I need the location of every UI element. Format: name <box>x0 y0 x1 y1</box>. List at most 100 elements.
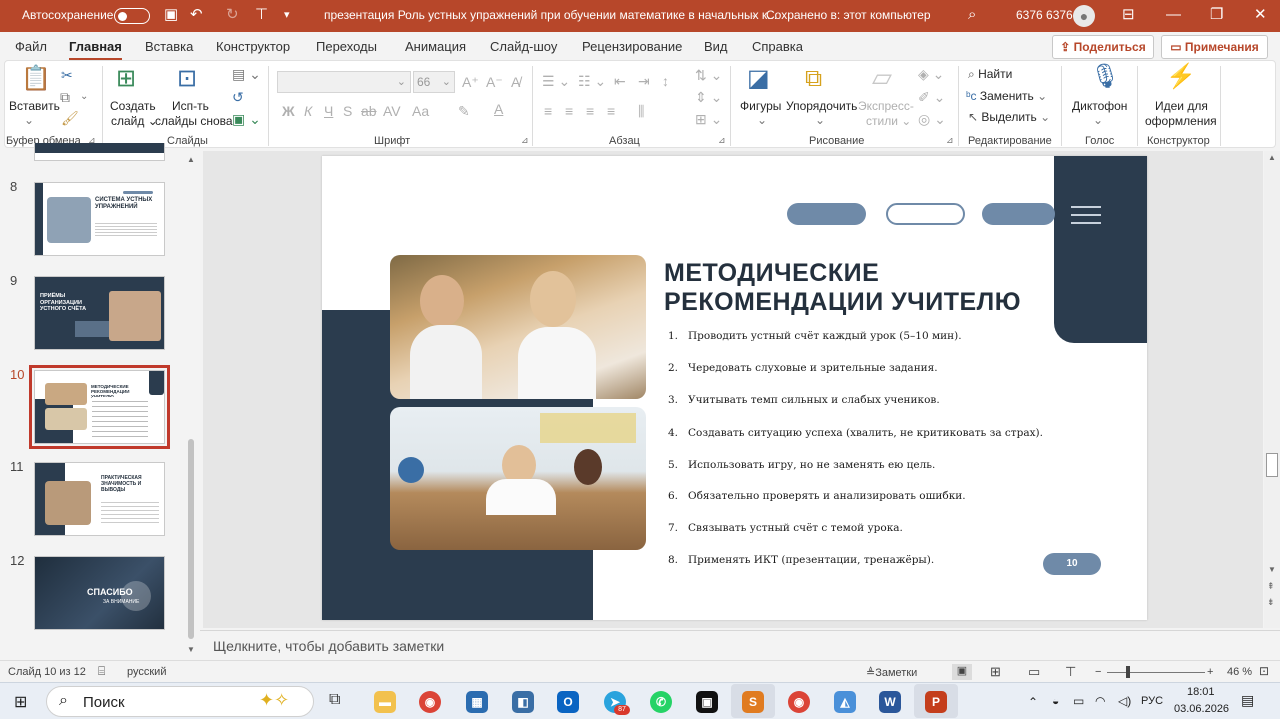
arrange-button[interactable]: Упорядочить <box>786 99 857 113</box>
save-icon[interactable]: ▣ <box>164 6 178 24</box>
clock-time[interactable]: 18:01 <box>1187 686 1215 698</box>
zoom-slider[interactable] <box>1107 672 1205 673</box>
list-item[interactable]: 8. Применять ИКТ (презентации, тренажёры)… <box>668 554 934 566</box>
strike-icon[interactable]: ab <box>361 103 377 119</box>
tab-animations[interactable]: Анимация <box>405 39 466 54</box>
zoom-slider-thumb[interactable] <box>1126 666 1130 678</box>
numbering-icon[interactable]: ☷ ⌄ <box>578 73 606 89</box>
smartart-icon[interactable]: ⊞ ⌄ <box>695 111 722 127</box>
shapes-icon[interactable]: ◪ <box>747 67 770 91</box>
clock-date[interactable]: 03.06.2026 <box>1174 703 1229 715</box>
taskbar-search[interactable]: ⌕ Поиск ✦✧ <box>46 686 314 717</box>
list-item[interactable]: 2. Чередовать слуховые и зрительные задан… <box>668 362 938 374</box>
bullets-icon[interactable]: ☰ ⌄ <box>542 73 570 89</box>
autosave-toggle[interactable] <box>114 8 150 24</box>
windows-start-icon[interactable]: ⊞ <box>14 692 27 712</box>
designer-button[interactable]: Идеи для <box>1155 99 1208 113</box>
close-icon[interactable]: ✕ <box>1254 6 1267 24</box>
clear-format-icon[interactable]: A̸ <box>511 74 520 90</box>
store-icon[interactable]: ▦ <box>466 691 488 713</box>
notes-pane[interactable]: Щелкните, чтобы добавить заметки <box>200 630 1280 660</box>
chrome-icon[interactable]: ◉ <box>419 691 441 713</box>
battery-icon[interactable]: ▭ <box>1073 694 1084 708</box>
italic-icon[interactable]: К <box>304 103 312 119</box>
minimize-icon[interactable]: — <box>1166 6 1181 24</box>
list-item[interactable]: 1. Проводить устный счёт каждый урок (5–1… <box>668 330 962 342</box>
comments-button[interactable]: ▭ Примечания <box>1161 35 1268 59</box>
input-language[interactable]: РУС <box>1141 695 1163 707</box>
word-icon[interactable]: W <box>879 691 901 713</box>
photos-icon[interactable]: ◭ <box>834 691 856 713</box>
maximize-icon[interactable]: ❐ <box>1210 6 1223 24</box>
slide-thumbnail-12[interactable]: СПАСИБО ЗА ВНИМАНИЕ <box>34 556 165 630</box>
notifications-icon[interactable]: ▤ <box>1241 692 1254 709</box>
tab-view[interactable]: Вид <box>704 39 728 54</box>
find-button[interactable]: ⌕ Найти <box>968 67 1012 81</box>
app-icon[interactable]: ◧ <box>512 691 534 713</box>
shape-outline-icon[interactable]: ✐ ⌄ <box>918 89 945 105</box>
slide-sorter-icon[interactable]: ⊞ <box>990 664 1001 680</box>
replace-button[interactable]: ᵇc Заменить ⌄ <box>966 89 1047 103</box>
change-case-icon[interactable]: Aa <box>412 103 429 119</box>
chrome-profile-icon[interactable]: ◉ <box>788 691 810 713</box>
format-painter-icon[interactable]: 🖌 <box>61 110 79 126</box>
current-slide[interactable]: МЕТОДИЧЕСКИЕ РЕКОМЕНДАЦИИ УЧИТЕЛЮ 1. Пров… <box>322 156 1147 620</box>
font-name-input[interactable]: ⌄ <box>277 71 411 93</box>
reuse-slides-icon[interactable]: ⊡ <box>177 67 197 91</box>
layout-icon[interactable]: ▤ ⌄ <box>232 66 261 82</box>
new-slide-icon[interactable]: ⊞ <box>116 67 136 91</box>
microphone-icon[interactable]: 🎙 <box>1090 65 1120 89</box>
notion-icon[interactable]: ▣ <box>696 691 718 713</box>
quick-styles-button[interactable]: Экспресс- <box>858 99 914 113</box>
fit-slide-icon[interactable]: ⊡ <box>1259 664 1269 678</box>
dictate-button[interactable]: Диктофон <box>1072 99 1127 113</box>
list-item[interactable]: 5. Использовать игру, но не заменять ею ц… <box>668 459 935 471</box>
redo-icon[interactable]: ↻ <box>226 6 239 24</box>
underline-icon[interactable]: Ч <box>324 103 333 119</box>
app-tray-icon[interactable]: ◒ <box>1052 694 1059 708</box>
indent-more-icon[interactable]: ⇥ <box>638 73 650 89</box>
new-slide-button[interactable]: Создать <box>110 99 156 113</box>
slide-thumbnail-11[interactable]: ПРАКТИЧЕСКАЯ ЗНАЧИМОСТЬ И ВЫВОДЫ <box>34 462 165 536</box>
slide-thumbnail-10[interactable]: МЕТОДИЧЕСКИЕ РЕКОМЕНДАЦИИ УЧИТЕЛЮ <box>29 365 170 449</box>
volume-icon[interactable]: ◁) <box>1118 694 1131 708</box>
avatar[interactable]: ● <box>1073 5 1095 27</box>
show-hidden-icon[interactable]: ⌃ <box>1028 695 1038 709</box>
paste-icon[interactable]: 📋 <box>21 67 51 91</box>
outlook-icon[interactable]: O <box>557 691 579 713</box>
copy-icon[interactable]: ⧉ <box>60 89 70 105</box>
document-title[interactable]: презентация Роль устных упражнений при о… <box>324 8 777 22</box>
share-button[interactable]: ⇪ Поделиться <box>1052 35 1154 59</box>
shape-effects-icon[interactable]: ◎ ⌄ <box>918 111 946 127</box>
decrease-font-icon[interactable]: A⁻ <box>486 74 503 90</box>
justify-icon[interactable]: ≡ <box>607 103 615 119</box>
reset-icon[interactable]: ↺ <box>232 89 244 105</box>
align-text-icon[interactable]: ⇕ ⌄ <box>695 89 722 105</box>
wifi-icon[interactable]: ◠ <box>1095 694 1105 708</box>
sublime-icon[interactable]: S <box>742 691 764 713</box>
notes-placeholder[interactable]: Щелкните, чтобы добавить заметки <box>213 638 444 654</box>
language-status[interactable]: русский <box>127 666 166 678</box>
normal-view-icon[interactable]: ▣ <box>952 664 972 680</box>
zoom-out-button[interactable]: − <box>1095 666 1101 678</box>
customize-qat-icon[interactable]: ▾ <box>284 6 290 24</box>
user-name[interactable]: 6376 6376 <box>1016 8 1073 22</box>
list-item[interactable]: 7. Связывать устный счёт с темой урока. <box>668 522 903 534</box>
zoom-level[interactable]: 46 % <box>1227 666 1252 678</box>
quick-styles-icon[interactable]: ▱ <box>872 64 892 90</box>
list-item[interactable]: 3. Учитывать темп сильных и слабых ученик… <box>668 394 940 406</box>
slide-title[interactable]: МЕТОДИЧЕСКИЕ РЕКОМЕНДАЦИИ УЧИТЕЛЮ <box>664 259 1021 317</box>
slide-scrollbar[interactable]: ▲ ▼ ⇞ ⇟ <box>1264 151 1280 628</box>
notes-toggle-button[interactable]: ≜Заметки <box>866 666 917 679</box>
bold-icon[interactable]: Ж <box>282 103 295 119</box>
slideshow-view-icon[interactable]: ⊤ <box>1065 664 1076 680</box>
indent-less-icon[interactable]: ⇤ <box>614 73 626 89</box>
align-left-icon[interactable]: ≡ <box>544 103 552 119</box>
designer-icon[interactable]: ⚡ <box>1166 65 1196 89</box>
line-spacing-icon[interactable]: ↕ <box>662 73 669 89</box>
task-view-icon[interactable]: ⧉ <box>329 691 340 709</box>
slide-thumbnail-9[interactable]: ПРИЁМЫ ОРГАНИЗАЦИИ УСТНОГО СЧЁТА <box>34 276 165 350</box>
font-size-input[interactable]: 66 ⌄ <box>413 71 455 93</box>
align-center-icon[interactable]: ≡ <box>565 103 573 119</box>
undo-icon[interactable]: ↶ <box>190 6 203 24</box>
